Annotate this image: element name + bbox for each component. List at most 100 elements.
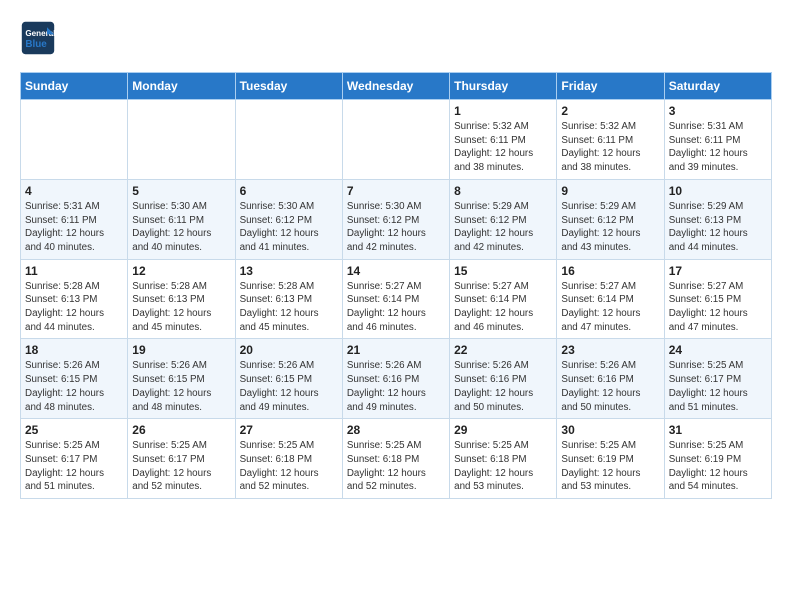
calendar-cell [21, 100, 128, 180]
day-info: Sunrise: 5:30 AM Sunset: 6:12 PM Dayligh… [240, 200, 338, 255]
day-header-sunday: Sunday [21, 73, 128, 100]
calendar-cell: 16 Sunrise: 5:27 AM Sunset: 6:14 PM Dayli… [557, 259, 664, 339]
calendar-cell: 31Sunrise: 5:25 AM Sunset: 6:19 PM Dayli… [664, 419, 771, 499]
calendar-cell: 29 Sunrise: 5:25 AM Sunset: 6:18 PM Dayli… [450, 419, 557, 499]
day-info: Sunrise: 5:26 AM Sunset: 6:15 PM Dayligh… [132, 359, 230, 414]
day-number: 16 [561, 264, 659, 278]
calendar-cell [342, 100, 449, 180]
day-number: 14 [347, 264, 445, 278]
day-number: 18 [25, 343, 123, 357]
day-info: Sunrise: 5:32 AM Sunset: 6:11 PM Dayligh… [561, 120, 659, 175]
calendar-cell: 19 Sunrise: 5:26 AM Sunset: 6:15 PM Dayli… [128, 339, 235, 419]
day-info: Sunrise: 5:29 AM Sunset: 6:12 PM Dayligh… [561, 200, 659, 255]
day-info: Sunrise: 5:27 AM Sunset: 6:14 PM Dayligh… [561, 280, 659, 335]
calendar-cell: 9 Sunrise: 5:29 AM Sunset: 6:12 PM Daylig… [557, 179, 664, 259]
day-number: 20 [240, 343, 338, 357]
day-number: 23 [561, 343, 659, 357]
calendar-cell: 30 Sunrise: 5:25 AM Sunset: 6:19 PM Dayli… [557, 419, 664, 499]
day-header-wednesday: Wednesday [342, 73, 449, 100]
week-row-5: 25 Sunrise: 5:25 AM Sunset: 6:17 PM Dayli… [21, 419, 772, 499]
calendar-cell: 8Sunrise: 5:29 AM Sunset: 6:12 PM Daylig… [450, 179, 557, 259]
calendar-cell: 12 Sunrise: 5:28 AM Sunset: 6:13 PM Dayli… [128, 259, 235, 339]
day-number: 25 [25, 423, 123, 437]
day-info: Sunrise: 5:26 AM Sunset: 6:16 PM Dayligh… [454, 359, 552, 414]
day-number: 13 [240, 264, 338, 278]
day-info: Sunrise: 5:27 AM Sunset: 6:14 PM Dayligh… [454, 280, 552, 335]
day-info: Sunrise: 5:25 AM Sunset: 6:18 PM Dayligh… [454, 439, 552, 494]
day-info: Sunrise: 5:31 AM Sunset: 6:11 PM Dayligh… [669, 120, 767, 175]
calendar-cell: 23 Sunrise: 5:26 AM Sunset: 6:16 PM Dayli… [557, 339, 664, 419]
day-info: Sunrise: 5:25 AM Sunset: 6:17 PM Dayligh… [132, 439, 230, 494]
day-info: Sunrise: 5:28 AM Sunset: 6:13 PM Dayligh… [132, 280, 230, 335]
day-number: 31 [669, 423, 767, 437]
calendar-cell: 20 Sunrise: 5:26 AM Sunset: 6:15 PM Dayli… [235, 339, 342, 419]
day-info: Sunrise: 5:31 AM Sunset: 6:11 PM Dayligh… [25, 200, 123, 255]
calendar-cell: 25 Sunrise: 5:25 AM Sunset: 6:17 PM Dayli… [21, 419, 128, 499]
calendar-cell: 15 Sunrise: 5:27 AM Sunset: 6:14 PM Dayli… [450, 259, 557, 339]
page-header: General Blue [20, 20, 772, 56]
calendar-cell: 27 Sunrise: 5:25 AM Sunset: 6:18 PM Dayli… [235, 419, 342, 499]
week-row-2: 4 Sunrise: 5:31 AM Sunset: 6:11 PM Daylig… [21, 179, 772, 259]
calendar-cell: 14 Sunrise: 5:27 AM Sunset: 6:14 PM Dayli… [342, 259, 449, 339]
day-info: Sunrise: 5:26 AM Sunset: 6:15 PM Dayligh… [25, 359, 123, 414]
day-header-monday: Monday [128, 73, 235, 100]
calendar-cell: 22 Sunrise: 5:26 AM Sunset: 6:16 PM Dayli… [450, 339, 557, 419]
day-info: Sunrise: 5:25 AM Sunset: 6:18 PM Dayligh… [240, 439, 338, 494]
day-info: Sunrise: 5:28 AM Sunset: 6:13 PM Dayligh… [25, 280, 123, 335]
day-number: 4 [25, 184, 123, 198]
day-info: Sunrise: 5:26 AM Sunset: 6:16 PM Dayligh… [561, 359, 659, 414]
day-number: 15 [454, 264, 552, 278]
day-number: 27 [240, 423, 338, 437]
day-number: 2 [561, 104, 659, 118]
day-info: Sunrise: 5:25 AM Sunset: 6:18 PM Dayligh… [347, 439, 445, 494]
calendar-cell: 11 Sunrise: 5:28 AM Sunset: 6:13 PM Dayli… [21, 259, 128, 339]
day-number: 9 [561, 184, 659, 198]
week-row-4: 18 Sunrise: 5:26 AM Sunset: 6:15 PM Dayli… [21, 339, 772, 419]
day-info: Sunrise: 5:25 AM Sunset: 6:19 PM Dayligh… [561, 439, 659, 494]
day-number: 12 [132, 264, 230, 278]
calendar-cell: 21Sunrise: 5:26 AM Sunset: 6:16 PM Dayli… [342, 339, 449, 419]
day-info: Sunrise: 5:28 AM Sunset: 6:13 PM Dayligh… [240, 280, 338, 335]
day-info: Sunrise: 5:32 AM Sunset: 6:11 PM Dayligh… [454, 120, 552, 175]
calendar-cell [128, 100, 235, 180]
calendar-cell: 4 Sunrise: 5:31 AM Sunset: 6:11 PM Daylig… [21, 179, 128, 259]
day-number: 5 [132, 184, 230, 198]
calendar-cell: 2 Sunrise: 5:32 AM Sunset: 6:11 PM Daylig… [557, 100, 664, 180]
day-number: 30 [561, 423, 659, 437]
day-number: 22 [454, 343, 552, 357]
day-number: 28 [347, 423, 445, 437]
calendar-cell: 6 Sunrise: 5:30 AM Sunset: 6:12 PM Daylig… [235, 179, 342, 259]
day-info: Sunrise: 5:29 AM Sunset: 6:13 PM Dayligh… [669, 200, 767, 255]
logo: General Blue [20, 20, 62, 56]
day-number: 10 [669, 184, 767, 198]
calendar-cell: 17Sunrise: 5:27 AM Sunset: 6:15 PM Dayli… [664, 259, 771, 339]
day-info: Sunrise: 5:29 AM Sunset: 6:12 PM Dayligh… [454, 200, 552, 255]
logo-icon: General Blue [20, 20, 56, 56]
day-number: 11 [25, 264, 123, 278]
day-number: 26 [132, 423, 230, 437]
day-info: Sunrise: 5:26 AM Sunset: 6:15 PM Dayligh… [240, 359, 338, 414]
calendar-cell: 5 Sunrise: 5:30 AM Sunset: 6:11 PM Daylig… [128, 179, 235, 259]
day-number: 7 [347, 184, 445, 198]
day-header-friday: Friday [557, 73, 664, 100]
calendar: SundayMondayTuesdayWednesdayThursdayFrid… [20, 72, 772, 499]
day-header-saturday: Saturday [664, 73, 771, 100]
day-number: 29 [454, 423, 552, 437]
calendar-cell: 1 Sunrise: 5:32 AM Sunset: 6:11 PM Daylig… [450, 100, 557, 180]
day-info: Sunrise: 5:30 AM Sunset: 6:11 PM Dayligh… [132, 200, 230, 255]
week-row-3: 11 Sunrise: 5:28 AM Sunset: 6:13 PM Dayli… [21, 259, 772, 339]
day-number: 19 [132, 343, 230, 357]
calendar-cell: 26 Sunrise: 5:25 AM Sunset: 6:17 PM Dayli… [128, 419, 235, 499]
header-row: SundayMondayTuesdayWednesdayThursdayFrid… [21, 73, 772, 100]
day-header-thursday: Thursday [450, 73, 557, 100]
day-number: 6 [240, 184, 338, 198]
day-number: 1 [454, 104, 552, 118]
day-info: Sunrise: 5:27 AM Sunset: 6:14 PM Dayligh… [347, 280, 445, 335]
calendar-cell: 28 Sunrise: 5:25 AM Sunset: 6:18 PM Dayli… [342, 419, 449, 499]
day-header-tuesday: Tuesday [235, 73, 342, 100]
day-info: Sunrise: 5:26 AM Sunset: 6:16 PM Dayligh… [347, 359, 445, 414]
day-number: 24 [669, 343, 767, 357]
calendar-cell: 3Sunrise: 5:31 AM Sunset: 6:11 PM Daylig… [664, 100, 771, 180]
day-info: Sunrise: 5:25 AM Sunset: 6:17 PM Dayligh… [25, 439, 123, 494]
calendar-cell: 18 Sunrise: 5:26 AM Sunset: 6:15 PM Dayli… [21, 339, 128, 419]
